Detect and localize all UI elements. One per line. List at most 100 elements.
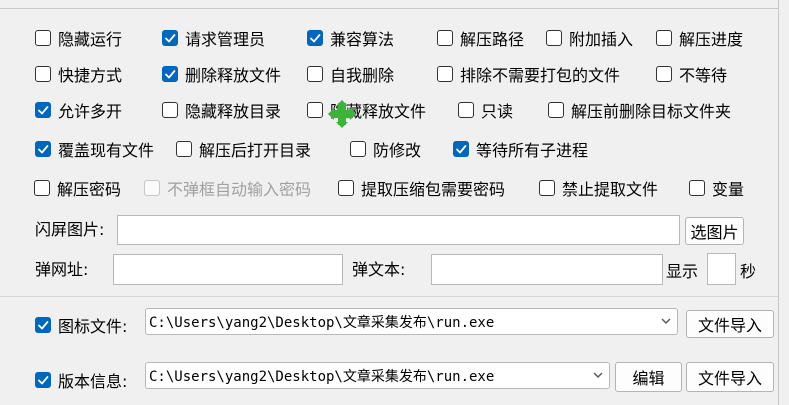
popup-url-input[interactable]	[113, 254, 343, 285]
checkbox-label: 防修改	[373, 141, 422, 160]
checkmark-icon	[165, 70, 176, 79]
icon-file-combobox[interactable]: C:\Users\yang2\Desktop\文章采集发布\run.exe	[145, 308, 678, 335]
checkbox-box[interactable]	[307, 30, 323, 46]
checkbox-read-only[interactable]: 只读	[458, 98, 513, 122]
move-cursor-icon	[328, 100, 356, 128]
checkmark-icon	[456, 145, 467, 154]
checkbox-box[interactable]	[35, 30, 51, 46]
seconds-input[interactable]	[707, 253, 736, 285]
checkbox-box[interactable]	[656, 66, 672, 82]
checkbox-label: 不等待	[679, 66, 728, 85]
checkbox-box[interactable]	[546, 30, 562, 46]
checkbox-label: 允许多开	[58, 102, 123, 121]
checkbox-box[interactable]	[162, 30, 178, 46]
checkbox-attach-insert[interactable]: 附加插入	[546, 26, 633, 50]
checkbox-allow-multi[interactable]: 允许多开	[35, 98, 122, 122]
checkbox-extract-password[interactable]: 解压密码	[34, 176, 121, 200]
checkbox-box[interactable]	[453, 141, 469, 157]
checkbox-label: 解压密码	[57, 180, 122, 199]
chevron-down-icon[interactable]	[592, 369, 604, 381]
checkbox-extract-progress[interactable]: 解压进度	[656, 26, 743, 50]
checkbox-label: 版本信息:	[58, 372, 128, 391]
checkbox-wait-children[interactable]: 等待所有子进程	[453, 137, 588, 161]
checkbox-self-delete[interactable]: 自我删除	[307, 62, 394, 86]
checkbox-box[interactable]	[35, 66, 51, 82]
icon-file-path: C:\Users\yang2\Desktop\文章采集发布\run.exe	[149, 314, 495, 331]
section-divider	[0, 296, 778, 297]
popup-text-input[interactable]	[431, 254, 663, 285]
checkbox-label: 变量	[712, 180, 745, 199]
checkbox-box[interactable]	[689, 180, 705, 196]
splash-image-label: 闪屏图片:	[35, 220, 105, 239]
checkbox-box[interactable]	[176, 141, 192, 157]
checkbox-label: 覆盖现有文件	[58, 141, 155, 160]
checkbox-forbid-extract[interactable]: 禁止提取文件	[539, 176, 658, 200]
checkbox-label: 隐藏释放目录	[185, 102, 282, 121]
checkbox-label: 只读	[481, 102, 514, 121]
checkbox-box	[144, 180, 160, 196]
checkbox-hide-release-file[interactable]: 隐藏释放文件	[307, 98, 426, 122]
checkbox-label: 不弹框自动输入密码	[167, 180, 312, 199]
splash-image-input[interactable]	[117, 215, 680, 245]
checkbox-label: 自我删除	[330, 66, 395, 85]
popup-url-label: 弹网址:	[35, 260, 89, 279]
checkbox-shortcut[interactable]: 快捷方式	[35, 62, 122, 86]
checkbox-box[interactable]	[35, 141, 51, 157]
checkbox-label: 兼容算法	[330, 30, 395, 49]
checkbox-open-dir-after[interactable]: 解压后打开目录	[176, 137, 311, 161]
checkbox-extract-path[interactable]: 解压路径	[437, 26, 524, 50]
checkbox-label: 隐藏运行	[58, 30, 123, 49]
checkbox-hide-run[interactable]: 隐藏运行	[35, 26, 122, 50]
checkbox-prevent-modify[interactable]: 防修改	[350, 137, 421, 161]
popup-text-label: 弹文本:	[352, 260, 406, 279]
version-info-path: C:\Users\yang2\Desktop\文章采集发布\run.exe	[149, 368, 495, 385]
icon-file-import-button[interactable]: 文件导入	[686, 310, 774, 338]
checkmark-icon	[165, 34, 176, 43]
checkbox-box[interactable]	[338, 180, 354, 196]
checkbox-box[interactable]	[539, 180, 555, 196]
checkbox-label: 快捷方式	[58, 66, 123, 85]
checkbox-label: 请求管理员	[185, 30, 266, 49]
checkbox-overwrite-existing[interactable]: 覆盖现有文件	[35, 137, 154, 161]
checkbox-label: 解压路径	[460, 30, 525, 49]
checkbox-box[interactable]	[548, 102, 564, 118]
checkbox-no-popup-password: 不弹框自动输入密码	[144, 176, 311, 200]
checkbox-box[interactable]	[307, 66, 323, 82]
version-info-import-button[interactable]: 文件导入	[686, 362, 774, 392]
checkbox-box[interactable]	[437, 30, 453, 46]
choose-image-button[interactable]: 选图片	[685, 217, 744, 245]
checkbox-no-wait[interactable]: 不等待	[656, 62, 727, 86]
checkbox-box[interactable]	[35, 372, 51, 388]
checkbox-box[interactable]	[350, 141, 366, 157]
checkbox-delete-target-before[interactable]: 解压前删除目标文件夹	[548, 98, 731, 122]
checkbox-label: 附加插入	[569, 30, 634, 49]
checkbox-icon-file[interactable]: 图标文件:	[35, 313, 127, 337]
checkbox-box[interactable]	[458, 102, 474, 118]
checkbox-exclude-unneeded[interactable]: 排除不需要打包的文件	[437, 62, 620, 86]
version-info-combobox[interactable]: C:\Users\yang2\Desktop\文章采集发布\run.exe	[145, 362, 610, 389]
top-frame-border	[0, 0, 779, 9]
checkbox-request-admin[interactable]: 请求管理员	[162, 26, 265, 50]
checkbox-label: 图标文件:	[58, 317, 128, 336]
checkbox-box[interactable]	[35, 317, 51, 333]
checkbox-version-info[interactable]: 版本信息:	[35, 368, 127, 392]
checkbox-box[interactable]	[307, 102, 323, 118]
checkbox-label: 提取压缩包需要密码	[361, 180, 506, 199]
checkbox-box[interactable]	[162, 66, 178, 82]
checkbox-box[interactable]	[162, 102, 178, 118]
checkmark-icon	[38, 376, 49, 385]
checkbox-box[interactable]	[34, 180, 50, 196]
checkbox-label: 删除释放文件	[185, 66, 282, 85]
edit-version-button[interactable]: 编辑	[615, 362, 682, 392]
checkbox-box[interactable]	[437, 66, 453, 82]
checkbox-hide-release-dir[interactable]: 隐藏释放目录	[162, 98, 281, 122]
checkbox-compat-algo[interactable]: 兼容算法	[307, 26, 394, 50]
checkbox-label: 禁止提取文件	[562, 180, 659, 199]
checkbox-variable[interactable]: 变量	[689, 176, 744, 200]
checkbox-box[interactable]	[35, 102, 51, 118]
checkbox-box[interactable]	[656, 30, 672, 46]
checkmark-icon	[38, 106, 49, 115]
chevron-down-icon[interactable]	[660, 315, 672, 327]
checkbox-extract-needs-password[interactable]: 提取压缩包需要密码	[338, 176, 505, 200]
checkbox-delete-released[interactable]: 删除释放文件	[162, 62, 281, 86]
